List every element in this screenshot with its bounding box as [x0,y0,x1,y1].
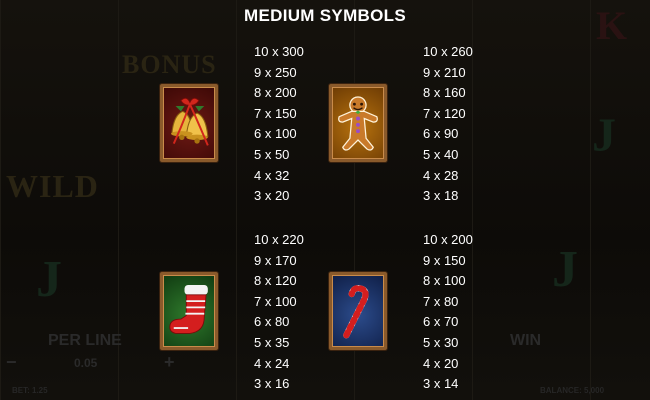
bells-symbol-frame [160,84,218,162]
payout-row: 5 x 30 [423,334,459,350]
letter-j-ghost: J [592,109,617,162]
bet-readout: BET: 1.25 [12,386,48,395]
christmas-stocking-icon [169,285,208,334]
letter-j-ghost: J [552,241,579,298]
payout-row: 5 x 50 [254,146,290,162]
payout-row: 4 x 28 [423,167,459,183]
payout-row: 4 x 24 [254,355,290,371]
payout-row: 5 x 35 [254,334,290,350]
payout-row: 10 x 200 [423,232,473,247]
gingerbread-man-icon [338,96,378,151]
payout-row: 8 x 200 [254,85,297,101]
payout-row: 9 x 210 [423,64,466,80]
reel-column [590,0,650,400]
bells-paytable: 10 x 300 9 x 250 8 x 200 7 x 150 6 x 100… [254,42,304,207]
payout-row: 7 x 150 [254,105,297,121]
payout-row: 9 x 170 [254,252,297,268]
payout-row: 4 x 32 [254,167,290,183]
stocking-paytable: 10 x 220 9 x 170 8 x 120 7 x 100 6 x 80 … [254,230,304,395]
per-line-value: 0.05 [74,356,98,370]
payout-row: 3 x 14 [423,376,459,392]
payout-row: 3 x 16 [254,376,290,392]
payout-row: 4 x 20 [423,355,459,371]
bonus-symbol-ghost: BONUS [122,50,217,79]
payout-row: 8 x 120 [254,273,297,289]
payout-row: 9 x 150 [423,252,466,268]
gingerbread-symbol-frame [329,84,387,162]
per-line-label: PER LINE [48,332,122,349]
wild-symbol-ghost: WILD [6,168,99,204]
payout-row: 3 x 18 [423,188,459,204]
payout-row: 6 x 100 [254,126,297,142]
gingerbread-paytable: 10 x 260 9 x 210 8 x 160 7 x 120 6 x 90 … [423,42,473,207]
letter-j-ghost: J [36,251,63,308]
payout-row: 7 x 80 [423,293,459,309]
payout-row: 7 x 100 [254,293,297,309]
payout-row: 10 x 220 [254,232,304,247]
background-game-scene: BONUS WILD J J J K PER LINE 0.05 − + WIN… [0,0,650,400]
candy-cane-icon [343,285,369,339]
candy-cane-paytable: 10 x 200 9 x 150 8 x 100 7 x 80 6 x 70 5… [423,230,473,395]
plus-button[interactable]: + [164,352,175,373]
candy-cane-symbol-frame [329,272,387,350]
payout-row: 6 x 70 [423,314,459,330]
stocking-symbol-frame [160,272,218,350]
payout-row: 9 x 250 [254,64,297,80]
payout-row: 7 x 120 [423,105,466,121]
payout-row: 6 x 80 [254,314,290,330]
payout-row: 5 x 40 [423,146,459,162]
minus-button[interactable]: − [6,352,17,373]
payout-row: 8 x 160 [423,85,466,101]
balance-readout: BALANCE: 5,000 [540,386,605,395]
payout-row: 6 x 90 [423,126,459,142]
payout-row: 10 x 300 [254,44,304,59]
payout-row: 3 x 20 [254,188,290,204]
win-label: WIN [510,332,542,349]
bells-icon [171,97,209,146]
payout-row: 8 x 100 [423,273,466,289]
page-title: MEDIUM SYMBOLS [244,6,406,25]
payout-row: 10 x 260 [423,44,473,59]
